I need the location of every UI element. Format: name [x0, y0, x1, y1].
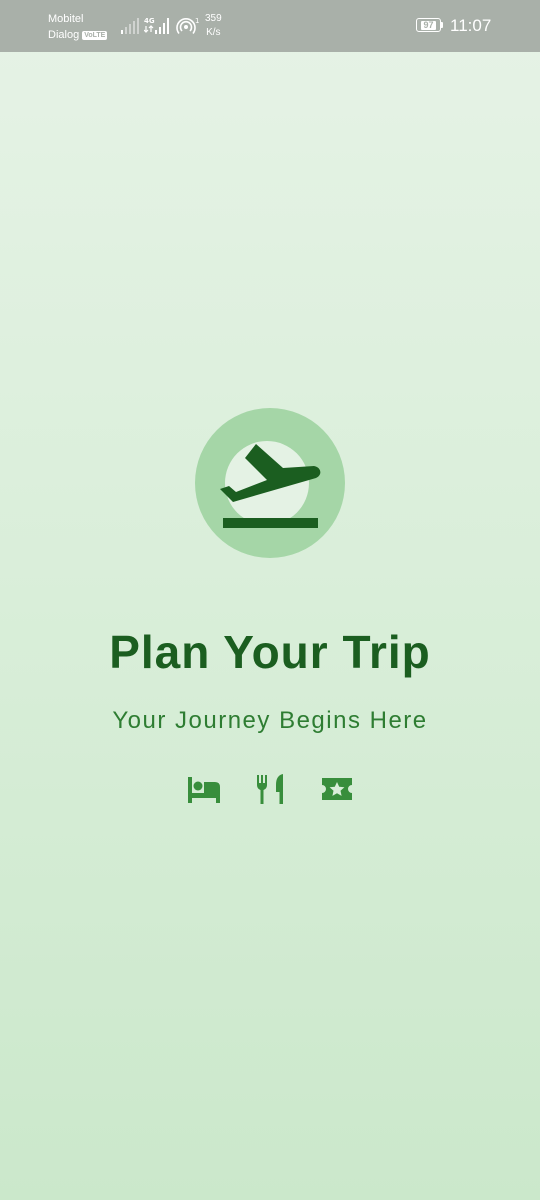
- carrier-info: Mobitel Dialog VoLTE: [48, 11, 108, 43]
- carrier-name-primary: Mobitel: [48, 13, 84, 25]
- attraction-ticket-icon: [322, 778, 352, 800]
- signal-4g-icon: 4G: [144, 17, 169, 34]
- splash-title: Plan Your Trip: [109, 626, 431, 678]
- network-type-label: 4G: [144, 17, 155, 25]
- battery-level: 97: [421, 19, 436, 30]
- feature-icons: [0, 772, 540, 806]
- status-bar: Mobitel Dialog VoLTE 4G 1 359 K/s 97 11:…: [0, 0, 540, 52]
- splash-subtitle: Your Journey Begins Here: [112, 707, 428, 734]
- signal-weak-icon: [121, 18, 139, 34]
- network-speed-value: 359: [205, 13, 222, 24]
- carrier-name-secondary: Dialog: [48, 29, 80, 41]
- flight-takeoff-icon: [220, 441, 321, 528]
- battery-tip: [441, 22, 443, 28]
- volte-badge: VoLTE: [82, 30, 108, 40]
- app-logo: [195, 408, 345, 558]
- hotspot-icon: 1: [176, 17, 199, 35]
- svg-text:1: 1: [195, 17, 199, 25]
- restaurant-icon: [257, 774, 283, 804]
- network-speed-unit: K/s: [206, 27, 221, 38]
- network-speed: 359 K/s: [205, 12, 222, 40]
- status-clock: 11:07: [450, 16, 492, 35]
- hotel-bed-icon: [188, 777, 220, 803]
- battery-icon: 97: [416, 18, 441, 32]
